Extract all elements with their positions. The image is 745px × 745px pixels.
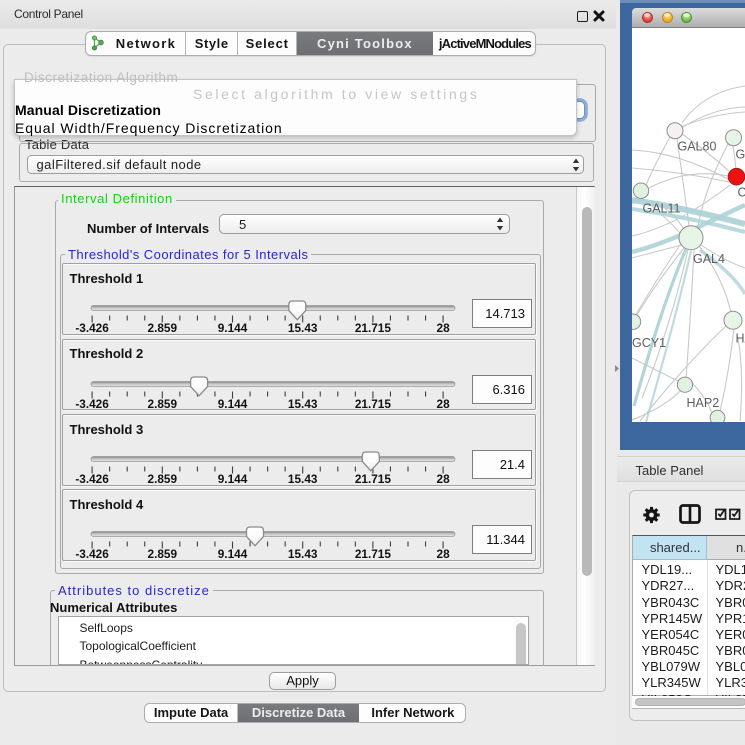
svg-text:28: 28: [436, 321, 450, 335]
svg-text:GCY1: GCY1: [632, 336, 666, 350]
svg-text:-3.426: -3.426: [75, 397, 109, 411]
svg-text:HAP2: HAP2: [687, 396, 720, 410]
svg-text:-3.426: -3.426: [75, 547, 109, 561]
svg-text:2.859: 2.859: [147, 397, 177, 411]
svg-text:HA: HA: [736, 331, 745, 345]
svg-text:21.715: 21.715: [354, 321, 391, 335]
svg-text:2.859: 2.859: [147, 321, 177, 335]
svg-text:-3.426: -3.426: [75, 472, 109, 486]
svg-text:2.859: 2.859: [147, 472, 177, 486]
svg-text:28: 28: [436, 547, 450, 561]
svg-text:GAL80: GAL80: [678, 139, 717, 153]
svg-text:21.715: 21.715: [354, 547, 391, 561]
svg-text:28: 28: [436, 472, 450, 486]
svg-text:15.43: 15.43: [287, 472, 317, 486]
svg-text:15.43: 15.43: [287, 397, 317, 411]
svg-text:15.43: 15.43: [287, 547, 317, 561]
svg-text:9.144: 9.144: [217, 397, 247, 411]
svg-text:GAL4: GAL4: [693, 252, 725, 266]
svg-text:21.715: 21.715: [354, 397, 391, 411]
svg-text:2.859: 2.859: [147, 547, 177, 561]
svg-text:GAL4: GAL4: [736, 147, 745, 161]
svg-text:9.144: 9.144: [217, 547, 247, 561]
svg-text:CY: CY: [738, 185, 745, 199]
svg-text:21.715: 21.715: [354, 472, 391, 486]
svg-text:15.43: 15.43: [287, 321, 317, 335]
svg-text:-3.426: -3.426: [75, 321, 109, 335]
svg-text:28: 28: [436, 397, 450, 411]
svg-text:9.144: 9.144: [217, 321, 247, 335]
svg-text:GAL11: GAL11: [643, 201, 681, 215]
svg-text:9.144: 9.144: [217, 472, 247, 486]
